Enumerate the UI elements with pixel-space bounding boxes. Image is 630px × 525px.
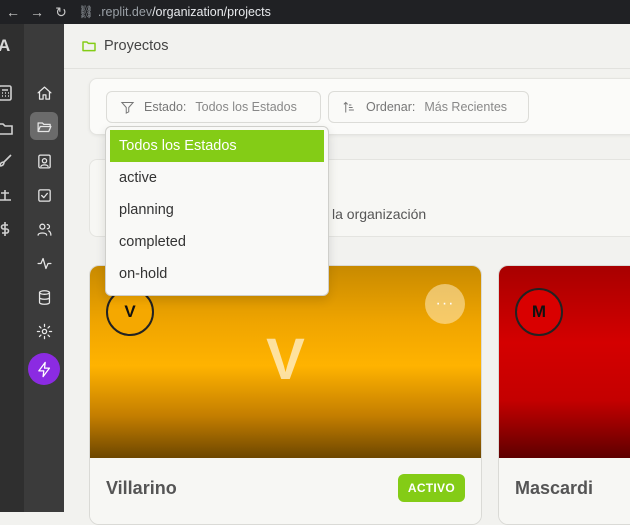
dropdown-option-all[interactable]: Todos los Estados — [110, 130, 324, 162]
sidebar-item-activity[interactable] — [30, 249, 58, 277]
sidebar-item-contacts[interactable] — [30, 147, 58, 175]
sidebar-item-tasks[interactable] — [30, 181, 58, 209]
project-banner: M — [499, 266, 630, 458]
dropdown-option-planning[interactable]: planning — [110, 194, 324, 226]
project-name[interactable]: Mascardi — [515, 478, 593, 499]
status-dropdown: Todos los Estados active planning comple… — [105, 126, 329, 296]
sort-value: Más Recientes — [424, 100, 508, 114]
project-footer: Mascardi — [499, 458, 630, 524]
dollar-icon[interactable] — [0, 220, 14, 238]
bolt-icon — [37, 361, 50, 377]
sort-button[interactable]: Ordenar: Más Recientes — [328, 91, 529, 123]
brush-icon[interactable] — [0, 152, 14, 170]
project-big-letter: V — [266, 327, 305, 392]
checkbox-icon — [37, 188, 51, 202]
address-bar[interactable]: .replit.dev/organization/projects — [98, 5, 271, 19]
folder-icon[interactable] — [0, 119, 14, 137]
more-options-button[interactable]: ··· — [425, 284, 465, 324]
page-header: Proyectos — [64, 24, 630, 69]
status-filter-label: Estado: — [144, 100, 187, 114]
project-card[interactable]: M Mascardi — [498, 265, 630, 525]
browser-bar: ← → ↻ ⛓ .replit.dev/organization/project… — [0, 0, 630, 24]
dropdown-option-on-hold[interactable]: on-hold — [110, 258, 324, 290]
sidebar-item-database[interactable] — [30, 283, 58, 311]
sort-icon — [343, 101, 354, 112]
status-filter-button[interactable]: Estado: Todos los Estados — [106, 91, 321, 123]
brand-letter: A — [0, 36, 11, 55]
calculator-icon[interactable] — [0, 84, 14, 102]
dropdown-option-completed[interactable]: completed — [110, 226, 324, 258]
sort-label: Ordenar: — [366, 100, 416, 114]
home-icon — [36, 85, 52, 100]
info-text: la organización — [332, 206, 427, 222]
contact-card-icon — [37, 153, 51, 169]
activity-icon — [36, 257, 52, 269]
avatar: M — [515, 288, 563, 336]
status-badge: ACTIVO — [397, 474, 465, 502]
outer-rail: A — [0, 24, 24, 512]
forward-icon[interactable]: → — [26, 4, 48, 20]
back-icon[interactable]: ← — [2, 4, 24, 20]
sidebar — [24, 24, 64, 512]
gear-icon — [36, 323, 52, 339]
sidebar-item-home[interactable] — [30, 79, 58, 107]
project-footer: Villarino ACTIVO — [90, 458, 481, 524]
folder-open-icon — [36, 121, 52, 132]
reload-icon[interactable]: ↻ — [50, 4, 72, 21]
users-icon — [36, 223, 52, 236]
folder-icon — [82, 41, 96, 52]
project-name[interactable]: Villarino — [106, 478, 177, 499]
sidebar-item-settings[interactable] — [30, 317, 58, 345]
sidebar-item-users[interactable] — [30, 215, 58, 243]
scale-icon[interactable] — [0, 186, 14, 204]
filter-icon — [120, 101, 135, 114]
sidebar-item-upgrade[interactable] — [28, 353, 60, 385]
project-card[interactable]: V V ··· Villarino ACTIVO — [89, 265, 482, 525]
link-icon: ⛓ — [78, 4, 94, 19]
status-filter-value: Todos los Estados — [195, 100, 297, 114]
dropdown-option-active[interactable]: active — [110, 162, 324, 194]
database-icon — [38, 289, 50, 305]
page-title: Proyectos — [104, 38, 169, 54]
sidebar-item-projects[interactable] — [30, 112, 58, 140]
